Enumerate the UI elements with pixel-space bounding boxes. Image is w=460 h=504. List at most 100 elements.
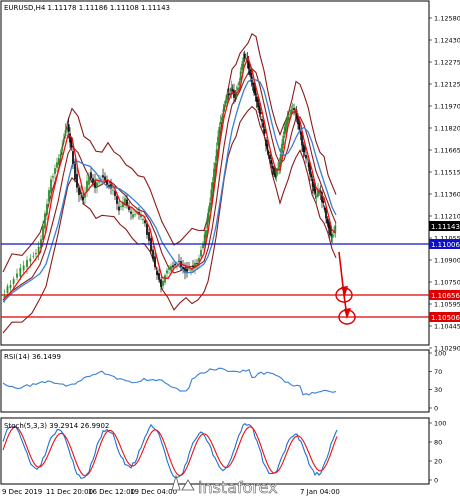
y-tick: 1.11970 xyxy=(434,103,460,111)
chart-svg: 1.12580 1.12430 1.12275 1.12125 1.11970 1.118… xyxy=(0,0,460,497)
x-tick: 16 Dec 12:00 xyxy=(88,488,135,496)
candle-body xyxy=(56,162,58,168)
y-tick: 1.11515 xyxy=(434,169,460,177)
rsi-axis: 100 70 30 0 xyxy=(429,350,446,413)
candle-body xyxy=(258,105,261,113)
support-label-red-1: 1.10656 xyxy=(431,292,460,300)
candle-body xyxy=(289,113,291,115)
candle-body xyxy=(156,270,158,275)
candle-body xyxy=(62,138,65,143)
candle-body xyxy=(306,158,309,160)
support-label-blue: 1.11006 xyxy=(431,241,460,249)
candle-body xyxy=(242,57,245,67)
y-tick: 1.10595 xyxy=(434,301,460,309)
candle-body xyxy=(54,168,56,174)
candle-body xyxy=(225,100,227,104)
candle-body xyxy=(32,255,35,257)
candle-body xyxy=(106,180,108,185)
candle-body xyxy=(221,117,223,121)
candle-body xyxy=(299,131,302,135)
candle-body xyxy=(211,181,214,190)
candle-body xyxy=(202,244,204,249)
candle-body xyxy=(88,176,90,185)
candle-body xyxy=(162,280,164,287)
candle-body xyxy=(166,270,168,274)
candle-body xyxy=(80,192,82,194)
support-tag-blue: 1.11006 xyxy=(429,239,460,249)
candle-body xyxy=(72,151,74,165)
current-price-label: 1.11143 xyxy=(431,223,460,231)
candle-body xyxy=(207,208,210,221)
candle-body xyxy=(134,214,136,216)
candle-body xyxy=(310,174,313,178)
candle-body xyxy=(148,232,150,241)
candle-body xyxy=(64,130,67,136)
y-tick: 20 xyxy=(434,458,442,466)
candle-body xyxy=(314,189,317,194)
candle-body xyxy=(82,196,84,201)
candle-body xyxy=(190,269,192,271)
y-tick: 1.10750 xyxy=(434,279,460,287)
candle-body xyxy=(168,266,170,270)
symbol-header: EURUSD,H4 1.11178 1.11186 1.11108 1.1114… xyxy=(4,4,170,12)
price-axis: 1.12580 1.12430 1.12275 1.12125 1.11970 1.118… xyxy=(429,15,460,353)
candle-body xyxy=(19,267,22,277)
candle-body xyxy=(16,273,18,278)
candle-body xyxy=(130,211,132,214)
current-price-tag: 1.11143 xyxy=(429,221,460,231)
candle-body xyxy=(61,146,64,151)
candle-body xyxy=(262,122,265,128)
candle-body xyxy=(29,258,32,262)
y-tick: 1.11360 xyxy=(434,191,460,199)
candle-body xyxy=(52,176,54,178)
candle-body xyxy=(112,189,114,191)
candle-body xyxy=(322,200,325,203)
candle-body xyxy=(218,126,221,140)
candle-body xyxy=(90,172,92,179)
candle-body xyxy=(142,219,144,221)
candle-body xyxy=(222,109,225,113)
candle-body xyxy=(44,213,46,229)
candle-body xyxy=(275,170,278,177)
candle-body xyxy=(98,181,100,183)
candle-body xyxy=(78,187,80,195)
x-tick: 7 Jan 04:00 xyxy=(300,488,340,496)
candle-body xyxy=(200,249,202,257)
y-tick: 30 xyxy=(434,386,442,394)
candle-body xyxy=(226,94,229,101)
candle-body xyxy=(293,108,295,110)
candle-body xyxy=(331,234,334,238)
stoch-axis: 100 80 20 0 xyxy=(429,420,446,485)
candle-body xyxy=(238,81,241,86)
y-tick: 1.11665 xyxy=(434,147,460,155)
y-tick: 1.12125 xyxy=(434,81,460,89)
candle-body xyxy=(192,265,194,268)
candle-body xyxy=(26,260,28,267)
candle-body xyxy=(186,268,188,272)
candle-body xyxy=(266,143,269,150)
y-tick: 1.11210 xyxy=(434,213,460,221)
support-label-red-2: 1.10506 xyxy=(431,314,460,322)
candle-body xyxy=(281,143,283,153)
candle-body xyxy=(172,265,174,268)
candle-body xyxy=(158,273,160,280)
candle-body xyxy=(209,202,211,210)
candle-body xyxy=(287,116,290,121)
rsi-pane[interactable] xyxy=(0,349,430,413)
y-tick: 100 xyxy=(434,420,446,428)
candle-body xyxy=(267,152,270,153)
candle-body xyxy=(76,173,78,188)
candle-body xyxy=(229,93,231,95)
candle-body xyxy=(160,279,162,287)
candle-body xyxy=(152,249,154,260)
candle-body xyxy=(174,263,176,266)
y-tick: 1.11820 xyxy=(434,125,460,133)
candle-body xyxy=(46,203,48,215)
candle-body xyxy=(57,157,60,165)
candle-body xyxy=(118,206,120,211)
y-tick: 1.12580 xyxy=(434,15,460,23)
x-tick: 19 Dec 04:00 xyxy=(130,488,177,496)
support-tag-red-2: 1.10506 xyxy=(429,312,460,322)
candle-body xyxy=(219,121,222,124)
candle-body xyxy=(104,176,106,180)
